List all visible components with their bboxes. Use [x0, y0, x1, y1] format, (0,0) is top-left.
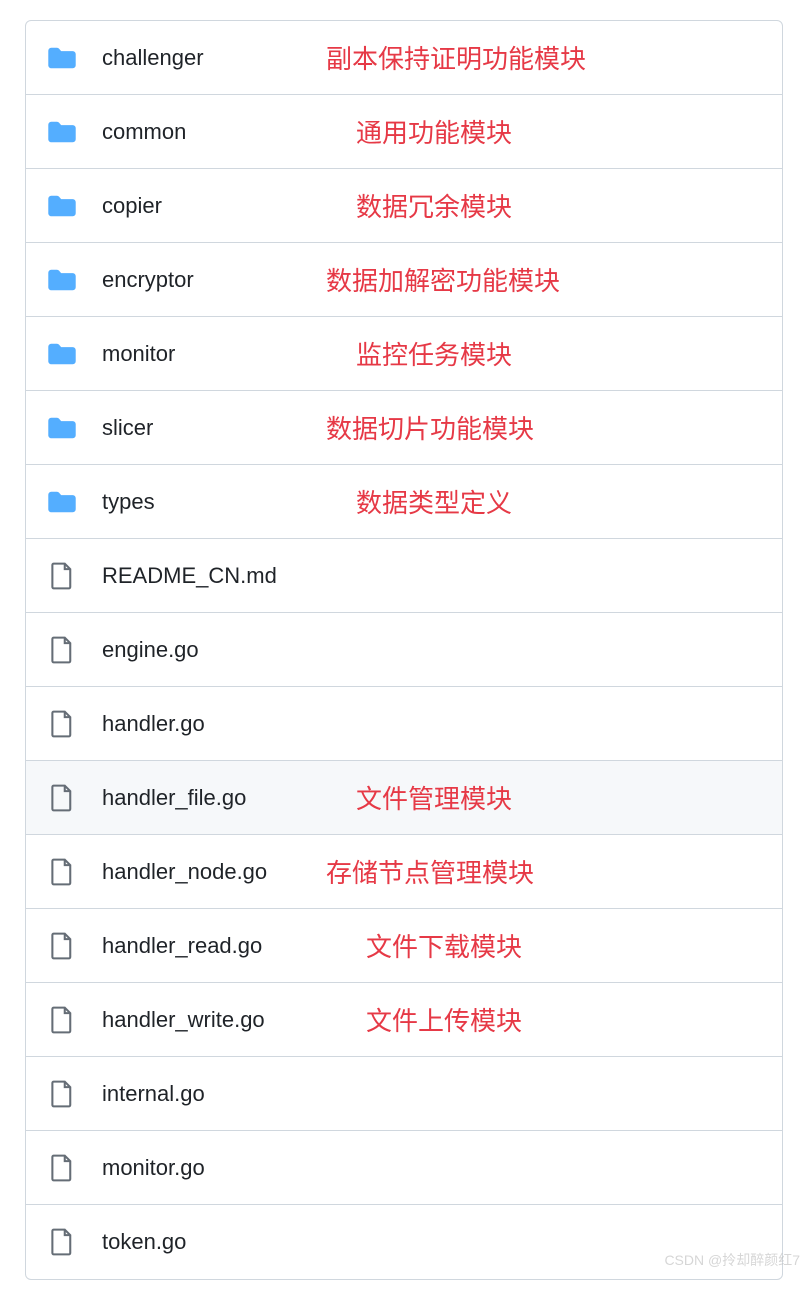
file-name[interactable]: handler.go [102, 711, 205, 737]
annotation-label: 文件上传模块 [366, 1001, 522, 1038]
watermark: CSDN @拎却醉颜红7 [664, 1250, 800, 1270]
annotation-label: 文件管理模块 [356, 779, 512, 816]
file-name[interactable]: handler_file.go [102, 785, 246, 811]
annotation-label: 数据冗余模块 [356, 187, 512, 224]
file-name[interactable]: encryptor [102, 267, 194, 293]
file-name[interactable]: challenger [102, 45, 204, 71]
file-icon [46, 1226, 78, 1258]
file-icon [46, 782, 78, 814]
file-row-handler-node-go[interactable]: handler_node.go 存储节点管理模块 [26, 835, 782, 909]
folder-icon [46, 264, 78, 296]
annotation-label: 监控任务模块 [356, 335, 512, 372]
file-row-internal-go[interactable]: internal.go [26, 1057, 782, 1131]
folder-icon [46, 412, 78, 444]
file-name[interactable]: README_CN.md [102, 563, 277, 589]
file-row-handler-write-go[interactable]: handler_write.go 文件上传模块 [26, 983, 782, 1057]
file-icon [46, 634, 78, 666]
file-icon [46, 1004, 78, 1036]
file-row-handler-read-go[interactable]: handler_read.go 文件下载模块 [26, 909, 782, 983]
annotation-label: 数据切片功能模块 [326, 409, 534, 446]
folder-icon [46, 42, 78, 74]
file-row-handler-go[interactable]: handler.go [26, 687, 782, 761]
file-icon [46, 1152, 78, 1184]
file-row-encryptor[interactable]: encryptor 数据加解密功能模块 [26, 243, 782, 317]
file-row-types[interactable]: types 数据类型定义 [26, 465, 782, 539]
file-name[interactable]: handler_write.go [102, 1007, 265, 1033]
file-icon [46, 930, 78, 962]
folder-icon [46, 190, 78, 222]
file-name[interactable]: handler_node.go [102, 859, 267, 885]
file-name[interactable]: common [102, 119, 186, 145]
annotation-label: 存储节点管理模块 [326, 853, 534, 890]
file-row-copier[interactable]: copier 数据冗余模块 [26, 169, 782, 243]
file-name[interactable]: engine.go [102, 637, 199, 663]
file-row-slicer[interactable]: slicer 数据切片功能模块 [26, 391, 782, 465]
file-icon [46, 856, 78, 888]
annotation-label: 数据加解密功能模块 [326, 261, 560, 298]
file-row-common[interactable]: common 通用功能模块 [26, 95, 782, 169]
file-icon [46, 708, 78, 740]
file-icon [46, 1078, 78, 1110]
file-name[interactable]: slicer [102, 415, 153, 441]
annotation-label: 数据类型定义 [356, 483, 512, 520]
file-name[interactable]: types [102, 489, 155, 515]
annotation-label: 文件下载模块 [366, 927, 522, 964]
file-name[interactable]: token.go [102, 1229, 186, 1255]
folder-icon [46, 486, 78, 518]
annotation-label: 副本保持证明功能模块 [326, 39, 586, 76]
file-row-README-CN-md[interactable]: README_CN.md [26, 539, 782, 613]
file-name[interactable]: handler_read.go [102, 933, 262, 959]
folder-icon [46, 116, 78, 148]
file-row-monitor-go[interactable]: monitor.go [26, 1131, 782, 1205]
file-name[interactable]: monitor.go [102, 1155, 205, 1181]
file-name[interactable]: internal.go [102, 1081, 205, 1107]
file-row-handler-file-go[interactable]: handler_file.go 文件管理模块 [26, 761, 782, 835]
file-row-monitor[interactable]: monitor 监控任务模块 [26, 317, 782, 391]
file-row-challenger[interactable]: challenger 副本保持证明功能模块 [26, 21, 782, 95]
annotation-label: 通用功能模块 [356, 113, 512, 150]
folder-icon [46, 338, 78, 370]
file-row-engine-go[interactable]: engine.go [26, 613, 782, 687]
file-name[interactable]: copier [102, 193, 162, 219]
file-list: challenger 副本保持证明功能模块 common 通用功能模块 copier 数据… [25, 20, 783, 1280]
file-icon [46, 560, 78, 592]
file-name[interactable]: monitor [102, 341, 175, 367]
